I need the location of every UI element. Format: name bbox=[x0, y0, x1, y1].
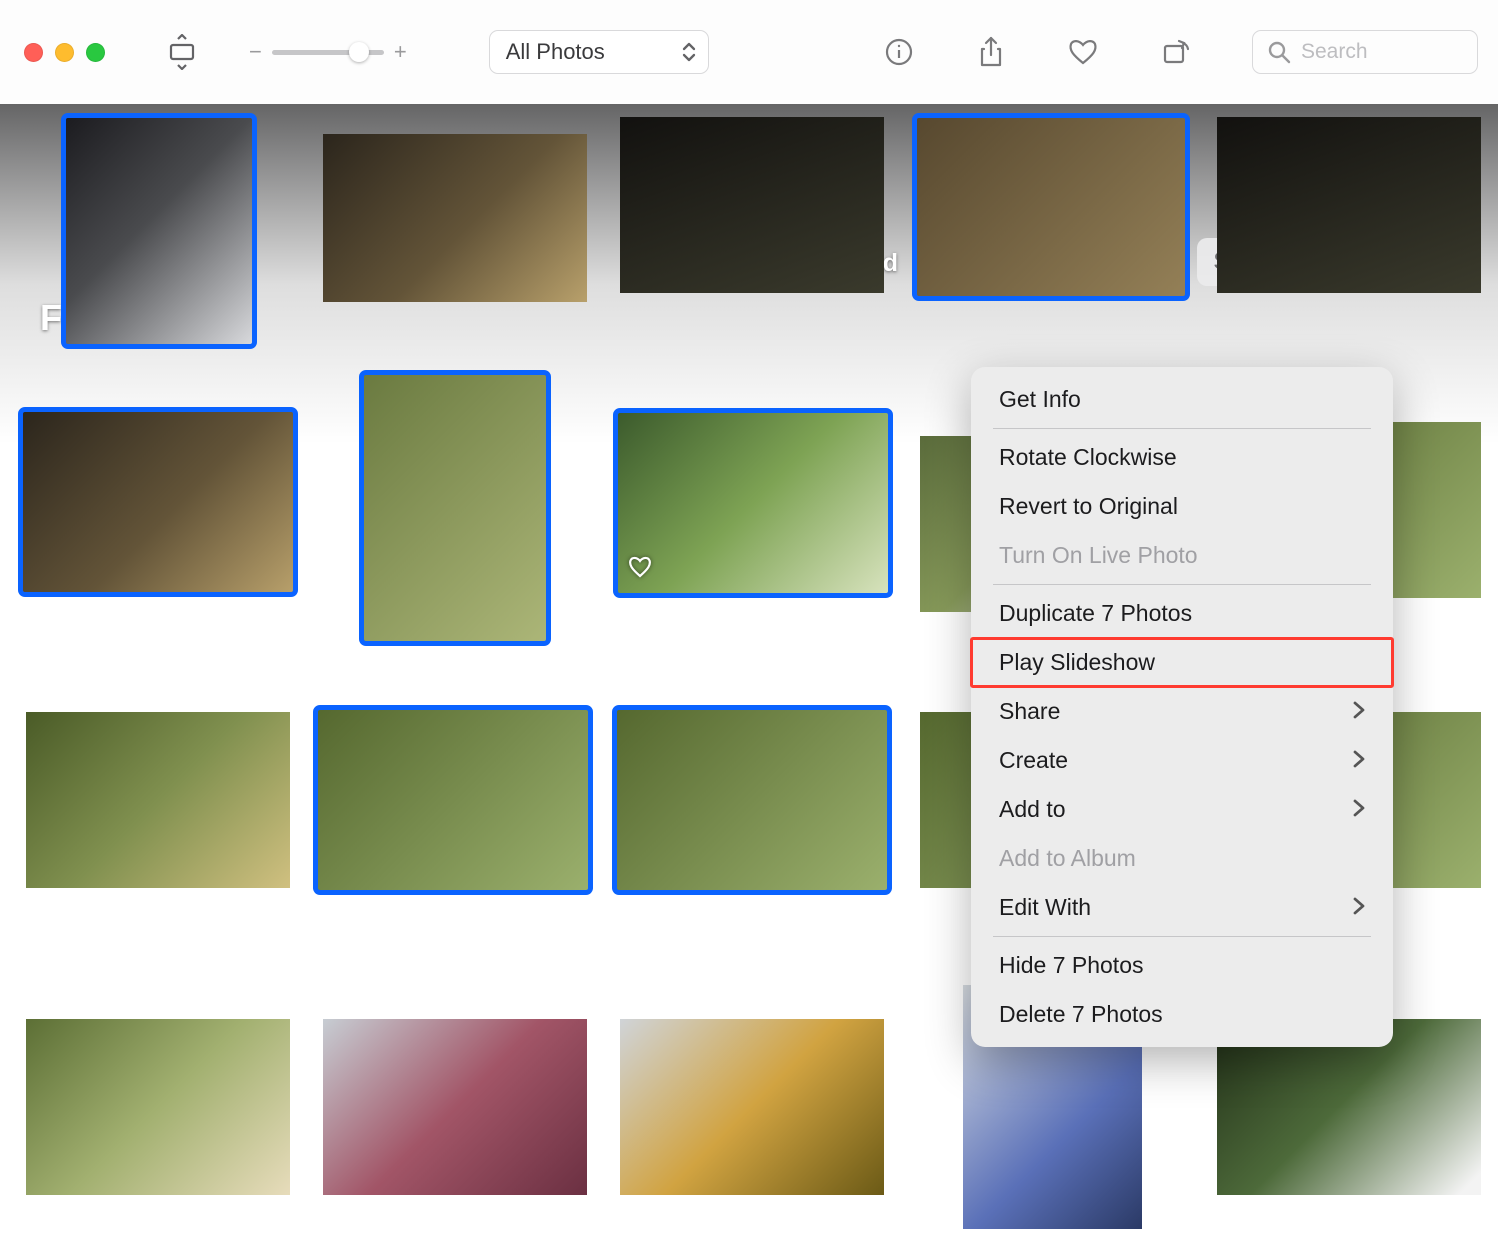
heart-icon bbox=[1067, 38, 1099, 66]
zoom-slider-group: − + bbox=[249, 39, 407, 65]
photo-thumbnail[interactable] bbox=[620, 1019, 884, 1195]
menu-separator bbox=[993, 428, 1371, 429]
photo-thumbnail[interactable] bbox=[26, 1019, 290, 1195]
photo-thumbnail[interactable] bbox=[26, 712, 290, 888]
minimize-window-button[interactable] bbox=[55, 43, 74, 62]
share-icon bbox=[977, 35, 1005, 69]
photo-thumbnail[interactable] bbox=[617, 412, 889, 594]
photo-grid: Feb 23, 2021 7 Photos Selected Showing: … bbox=[0, 104, 1498, 1238]
photo-thumbnail[interactable] bbox=[1217, 117, 1481, 293]
zoom-slider[interactable] bbox=[272, 50, 384, 55]
search-field[interactable] bbox=[1252, 30, 1478, 74]
menu-item-rotate[interactable]: Rotate Clockwise bbox=[971, 433, 1393, 482]
menu-item-duplicate[interactable]: Duplicate 7 Photos bbox=[971, 589, 1393, 638]
zoom-in-label[interactable]: + bbox=[394, 39, 407, 65]
updown-chevron-icon bbox=[682, 41, 696, 63]
photo-thumbnail[interactable] bbox=[620, 117, 884, 293]
chevron-right-icon bbox=[1353, 747, 1365, 774]
menu-item-delete[interactable]: Delete 7 Photos bbox=[971, 990, 1393, 1039]
toolbar: − + All Photos bbox=[0, 0, 1498, 104]
share-button[interactable] bbox=[966, 35, 1016, 69]
aspect-icon bbox=[168, 34, 196, 70]
menu-item-play-slideshow[interactable]: Play Slideshow bbox=[971, 638, 1393, 687]
menu-item-live-photo: Turn On Live Photo bbox=[971, 531, 1393, 580]
photo-thumbnail[interactable] bbox=[65, 117, 253, 345]
photo-thumbnail[interactable] bbox=[616, 709, 888, 891]
zoom-out-label[interactable]: − bbox=[249, 39, 262, 65]
zoom-slider-thumb[interactable] bbox=[349, 42, 369, 62]
menu-item-get-info[interactable]: Get Info bbox=[971, 375, 1393, 424]
menu-separator bbox=[993, 936, 1371, 937]
menu-item-hide[interactable]: Hide 7 Photos bbox=[971, 941, 1393, 990]
chevron-right-icon bbox=[1353, 698, 1365, 725]
info-button[interactable] bbox=[874, 37, 924, 67]
favorite-badge-icon bbox=[627, 555, 653, 584]
chevron-right-icon bbox=[1353, 796, 1365, 823]
info-icon bbox=[884, 37, 914, 67]
photo-thumbnail[interactable] bbox=[916, 117, 1186, 297]
menu-item-create[interactable]: Create bbox=[971, 736, 1393, 785]
window-controls bbox=[24, 43, 105, 62]
search-icon bbox=[1267, 40, 1291, 64]
menu-item-add-to-album: Add to Album bbox=[971, 834, 1393, 883]
fullscreen-window-button[interactable] bbox=[86, 43, 105, 62]
search-input[interactable] bbox=[1301, 40, 1463, 64]
context-menu: Get Info Rotate Clockwise Revert to Orig… bbox=[971, 367, 1393, 1047]
menu-separator bbox=[993, 584, 1371, 585]
view-filter-select[interactable]: All Photos bbox=[489, 30, 709, 74]
menu-item-revert[interactable]: Revert to Original bbox=[971, 482, 1393, 531]
photo-thumbnail[interactable] bbox=[323, 1019, 587, 1195]
menu-item-add-to[interactable]: Add to bbox=[971, 785, 1393, 834]
photo-thumbnail[interactable] bbox=[363, 374, 547, 642]
photo-thumbnail[interactable] bbox=[317, 709, 589, 891]
aspect-toggle-button[interactable] bbox=[157, 34, 207, 70]
favorite-button[interactable] bbox=[1058, 38, 1108, 66]
view-filter-label: All Photos bbox=[506, 39, 605, 65]
photo-thumbnail[interactable] bbox=[323, 134, 587, 302]
rotate-button[interactable] bbox=[1150, 36, 1200, 68]
close-window-button[interactable] bbox=[24, 43, 43, 62]
rotate-icon bbox=[1159, 36, 1191, 68]
menu-item-edit-with[interactable]: Edit With bbox=[971, 883, 1393, 932]
menu-item-share[interactable]: Share bbox=[971, 687, 1393, 736]
chevron-right-icon bbox=[1353, 894, 1365, 921]
photo-thumbnail[interactable] bbox=[22, 411, 294, 593]
